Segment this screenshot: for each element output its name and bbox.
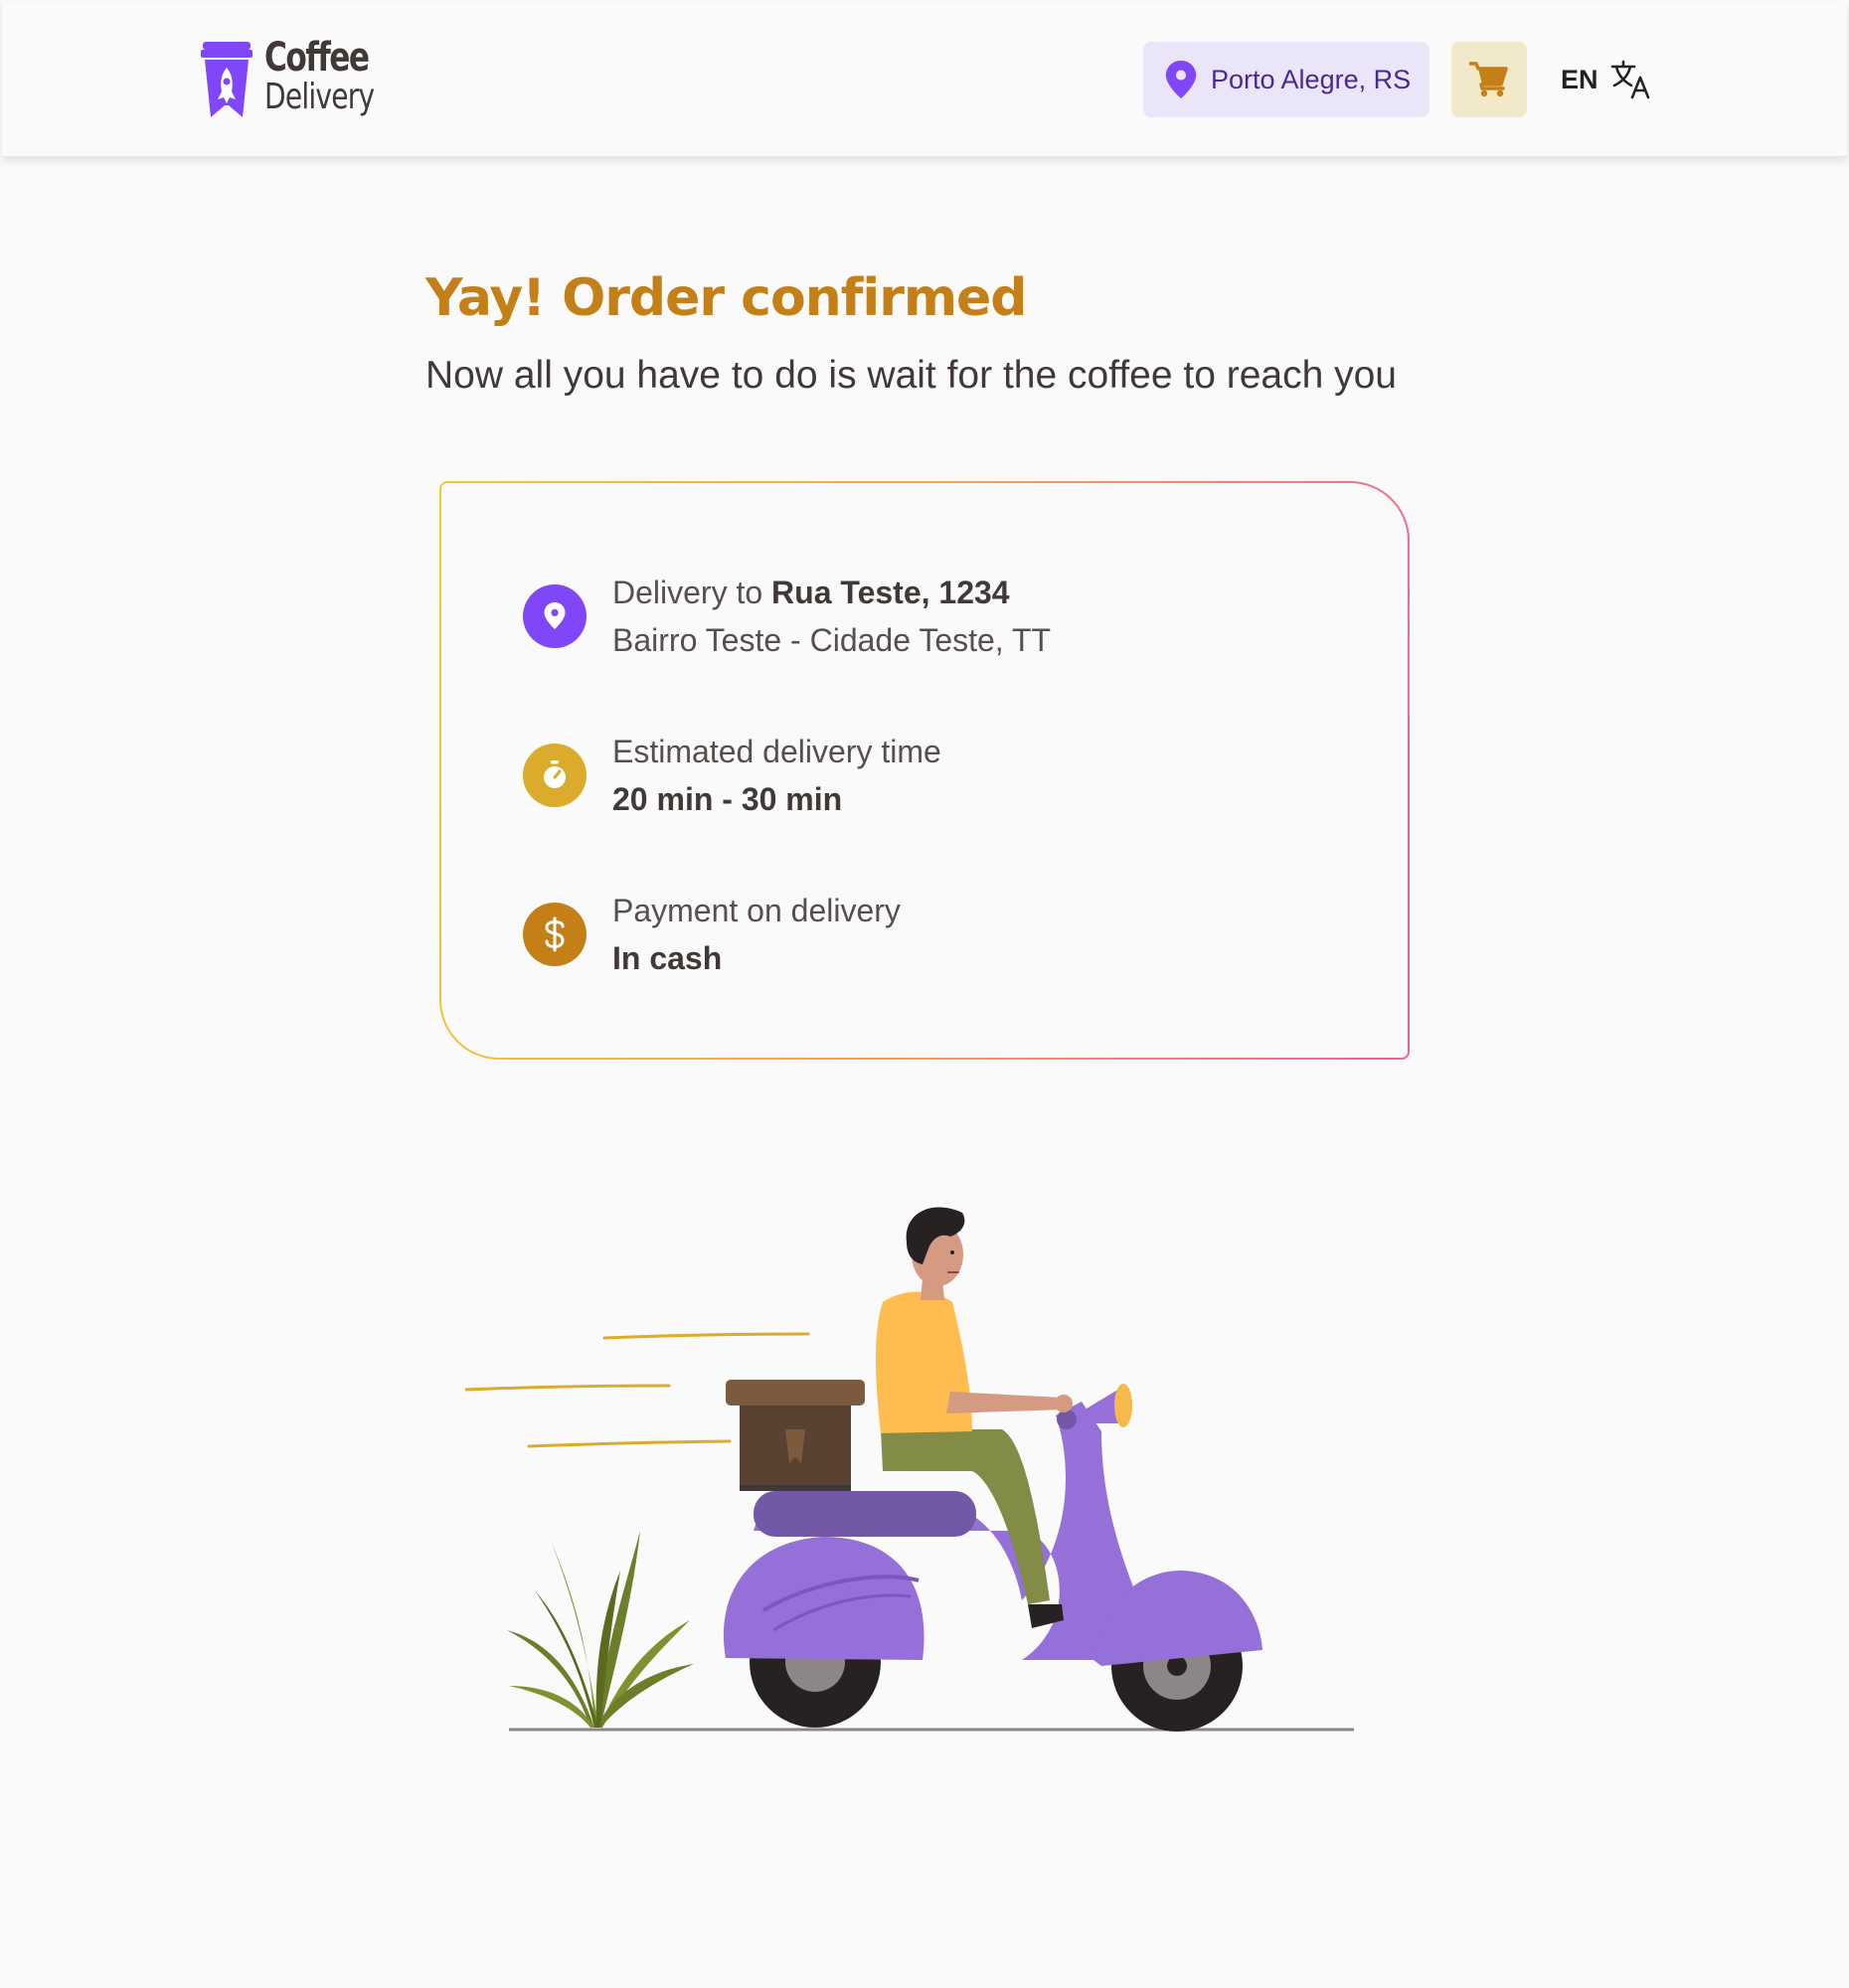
delivery-prefix: Delivery to	[612, 575, 763, 610]
location-label: Porto Alegre, RS	[1211, 64, 1412, 94]
order-info-card: Delivery to Rua Teste, 1234 Bairro Teste…	[439, 481, 1410, 1060]
delivery-time-row: Estimated delivery time 20 min - 30 min	[523, 728, 941, 823]
shopping-cart-icon	[1469, 62, 1508, 97]
page-title: Yay! Order confirmed	[425, 268, 1028, 328]
payment-row: Payment on delivery In cash	[523, 887, 901, 982]
delivery-address-row: Delivery to Rua Teste, 1234 Bairro Teste…	[523, 569, 1051, 664]
logo-text-delivery: Delivery	[264, 77, 375, 117]
delivery-street: Rua Teste, 1234	[771, 575, 1010, 610]
map-pin-icon	[523, 584, 587, 648]
language-label: EN	[1561, 64, 1598, 94]
logo[interactable]: Coffee Delivery	[201, 38, 380, 125]
map-pin-icon	[1165, 61, 1197, 98]
delivery-scooter-illustration	[465, 1207, 1354, 1732]
cart-button[interactable]	[1451, 42, 1527, 117]
delivery-time-label: Estimated delivery time	[612, 734, 941, 769]
delivery-time-value: 20 min - 30 min	[612, 781, 843, 817]
currency-dollar-icon	[523, 903, 587, 966]
location-button[interactable]: Porto Alegre, RS	[1143, 42, 1429, 117]
logo-text-coffee: Coffee	[264, 35, 370, 81]
coffee-cup-rocket-icon	[201, 42, 252, 117]
payment-value: In cash	[612, 940, 723, 976]
page-subtitle: Now all you have to do is wait for the c…	[425, 354, 1397, 397]
timer-icon	[523, 744, 587, 807]
payment-label: Payment on delivery	[612, 893, 901, 928]
language-switcher[interactable]: EN	[1561, 54, 1652, 105]
translate-icon	[1610, 60, 1649, 99]
plant-decoration	[507, 1531, 694, 1728]
header: Coffee Delivery Porto Alegre, RS EN	[2, 2, 1847, 157]
delivery-district: Bairro Teste - Cidade Teste, TT	[612, 622, 1052, 658]
